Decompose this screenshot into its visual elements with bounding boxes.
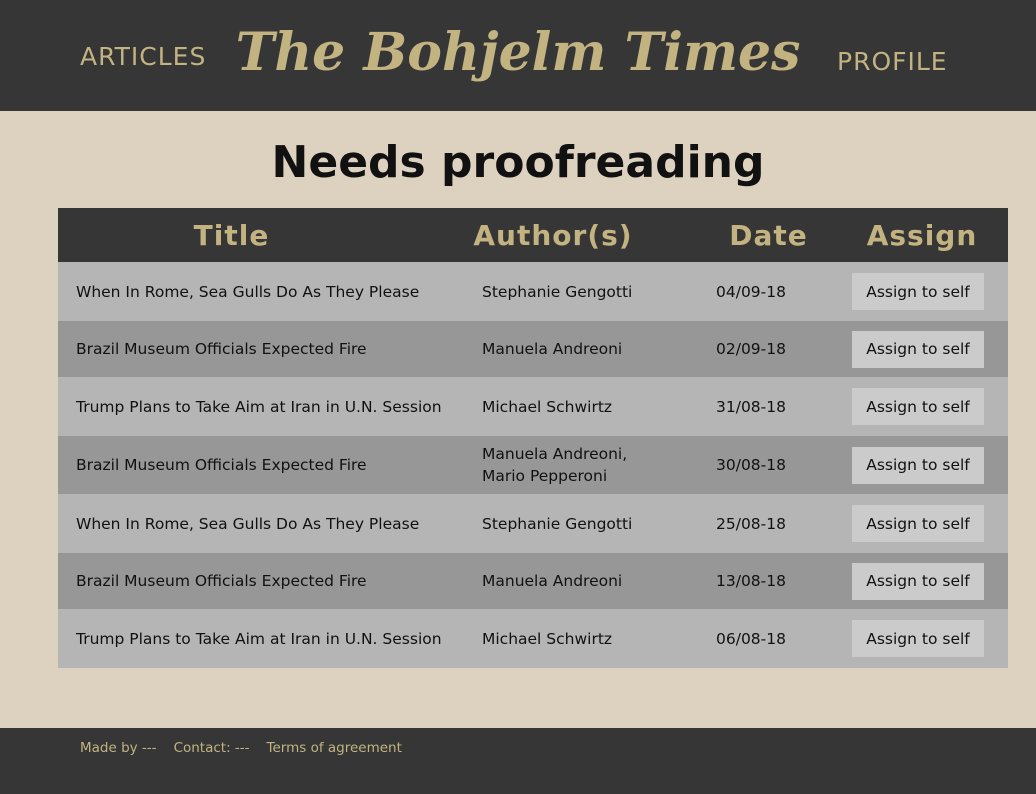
article-title: When In Rome, Sea Gulls Do As They Pleas…	[76, 282, 420, 301]
author-name: Michael Schwirtz	[482, 629, 613, 648]
footer: Made by --- Contact: --- Terms of agreem…	[0, 728, 1036, 794]
table-row: Brazil Museum Officials Expected Fire Ma…	[58, 553, 1008, 609]
article-date: 31/08-18	[716, 397, 786, 416]
author-name: Manuela Andreoni	[482, 340, 623, 358]
table-row: Trump Plans to Take Aim at Iran in U.N. …	[58, 377, 1008, 436]
article-authors: Michael Schwirtz	[482, 628, 716, 650]
page-title: Needs proofreading	[271, 137, 765, 188]
author-name: Manuela Andreoni	[482, 572, 623, 590]
column-header-title: Title	[193, 218, 270, 252]
article-title: Brazil Museum Officials Expected Fire	[76, 572, 367, 590]
article-date: 13/08-18	[716, 572, 786, 590]
assign-to-self-button[interactable]: Assign to self	[852, 388, 984, 425]
assign-to-self-button[interactable]: Assign to self	[852, 446, 984, 484]
article-title: Brazil Museum Officials Expected Fire	[76, 456, 367, 474]
assign-to-self-button[interactable]: Assign to self	[852, 505, 984, 542]
footer-links: Made by --- Contact: --- Terms of agreem…	[80, 740, 402, 756]
nav-profile-link[interactable]: PROFILE	[837, 47, 948, 76]
table-row: When In Rome, Sea Gulls Do As They Pleas…	[58, 262, 1008, 321]
author-name: Michael Schwirtz	[482, 397, 613, 416]
table-row: Trump Plans to Take Aim at Iran in U.N. …	[58, 609, 1008, 668]
column-header-authors: Author(s)	[473, 218, 633, 252]
assign-to-self-button[interactable]: Assign to self	[852, 330, 984, 368]
assign-to-self-button[interactable]: Assign to self	[852, 273, 984, 310]
terms-of-agreement-link[interactable]: Terms of agreement	[267, 740, 402, 756]
article-authors: Stephanie Gengotti	[482, 281, 716, 303]
footer-contact: Contact: ---	[173, 740, 250, 756]
author-name: Manuela Andreoni,	[482, 445, 628, 463]
article-date: 04/09-18	[716, 282, 786, 301]
article-date: 06/08-18	[716, 629, 786, 648]
article-authors: Stephanie Gengotti	[482, 513, 716, 535]
footer-made-by: Made by ---	[80, 740, 157, 756]
table-row: When In Rome, Sea Gulls Do As They Pleas…	[58, 494, 1008, 553]
article-date: 30/08-18	[716, 456, 786, 474]
article-authors: Michael Schwirtz	[482, 396, 716, 418]
article-date: 02/09-18	[716, 340, 786, 358]
article-title: When In Rome, Sea Gulls Do As They Pleas…	[76, 514, 420, 533]
article-date: 25/08-18	[716, 514, 786, 533]
table-row: Brazil Museum Officials Expected Fire Ma…	[58, 436, 1008, 494]
column-header-date: Date	[729, 218, 808, 252]
article-title: Trump Plans to Take Aim at Iran in U.N. …	[76, 629, 442, 648]
article-title: Brazil Museum Officials Expected Fire	[76, 340, 367, 358]
top-navbar: ARTICLES The Bohjelm Times PROFILE	[0, 0, 1036, 111]
assign-to-self-button[interactable]: Assign to self	[852, 562, 984, 600]
table-header: Title Author(s) Date Assign	[58, 208, 1008, 262]
table-row: Brazil Museum Officials Expected Fire Ma…	[58, 321, 1008, 377]
author-name: Mario Pepperoni	[482, 467, 608, 485]
article-authors: Manuela Andreoni	[482, 338, 716, 360]
article-authors: Manuela Andreoni, Mario Pepperoni	[482, 443, 716, 487]
article-authors: Manuela Andreoni	[482, 570, 716, 592]
article-title: Trump Plans to Take Aim at Iran in U.N. …	[76, 397, 442, 416]
assign-to-self-button[interactable]: Assign to self	[852, 620, 984, 657]
column-header-assign: Assign	[866, 218, 978, 252]
articles-table: Title Author(s) Date Assign When In Rome…	[58, 208, 1008, 668]
author-name: Stephanie Gengotti	[482, 282, 633, 301]
author-name: Stephanie Gengotti	[482, 514, 633, 533]
